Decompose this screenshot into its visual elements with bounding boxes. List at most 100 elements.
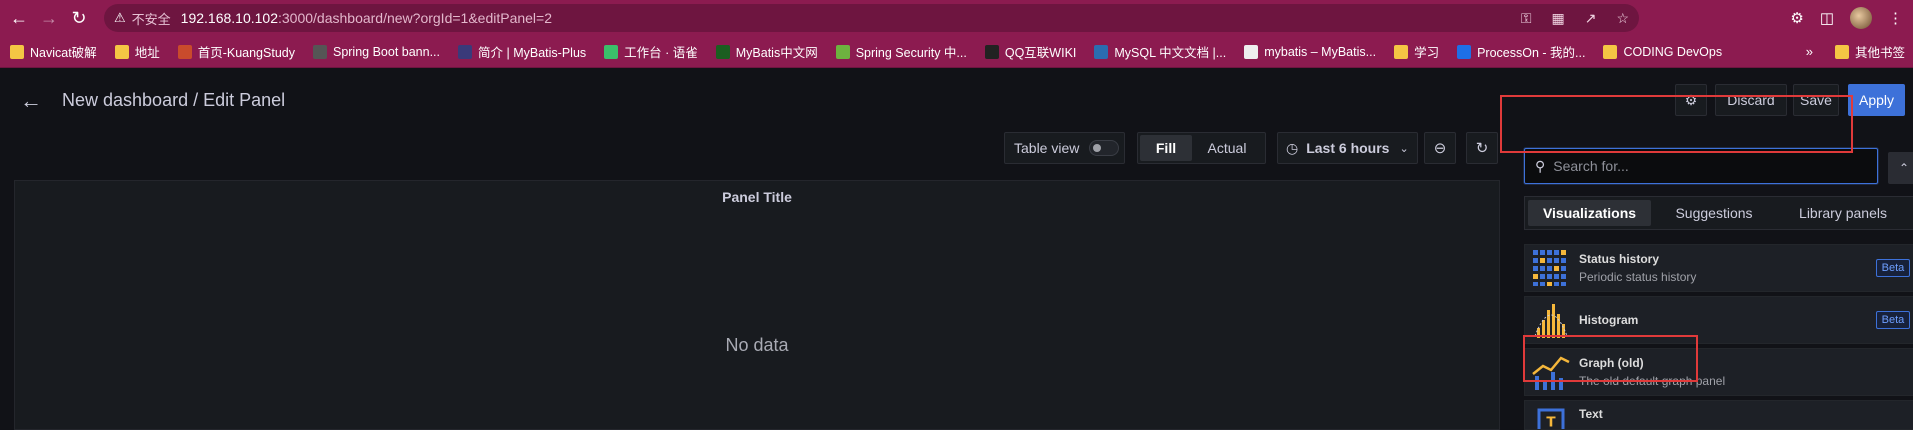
time-range-label: Last 6 hours — [1306, 140, 1389, 156]
chevron-up-icon[interactable]: ⌃ — [1888, 152, 1913, 184]
tab-library-panels[interactable]: Library panels — [1777, 200, 1909, 226]
bookmark-icon — [716, 45, 730, 59]
panel-preview: Panel Title No data — [14, 180, 1500, 430]
bookmark-icon — [1244, 45, 1258, 59]
viz-desc: Periodic status history — [1579, 270, 1876, 284]
back-icon[interactable]: ← — [4, 3, 34, 33]
bookmark-item[interactable]: 简介 | MyBatis-Plus — [458, 42, 586, 61]
extensions-icon[interactable]: ⚙ — [1790, 9, 1803, 27]
bookmark-icon — [115, 45, 129, 59]
search-input[interactable] — [1553, 158, 1853, 174]
folder-icon — [1835, 45, 1849, 59]
bookmark-icon — [10, 45, 24, 59]
grafana-app: ← New dashboard / Edit Panel ⚙ Discard S… — [0, 68, 1913, 420]
bookmark-icon — [1457, 45, 1471, 59]
bookmark-item[interactable]: 工作台 · 语雀 — [604, 42, 698, 61]
star-icon[interactable]: ☆ — [1616, 10, 1629, 27]
chevron-down-icon: ⌄ — [1399, 142, 1408, 155]
bookmark-icon — [178, 45, 192, 59]
time-range-picker[interactable]: ◷ Last 6 hours ⌄ — [1277, 132, 1418, 164]
bookmark-item[interactable]: Spring Boot bann... — [313, 45, 440, 59]
bookmark-item[interactable]: Spring Security 中... — [836, 42, 967, 61]
bookmark-icon — [985, 45, 999, 59]
bookmark-item[interactable]: MyBatis中文网 — [716, 42, 818, 61]
bookmark-item[interactable]: mybatis – MyBatis... — [1244, 45, 1376, 59]
bookmark-item[interactable]: Navicat破解 — [10, 42, 97, 61]
bookmark-label: CODING DevOps — [1623, 45, 1722, 59]
beta-badge: Beta — [1876, 259, 1910, 277]
search-field[interactable]: ⚲ — [1524, 148, 1878, 184]
back-arrow-icon[interactable]: ← — [20, 88, 42, 114]
graph-old-highlight-box — [1523, 335, 1698, 382]
bookmark-item[interactable]: QQ互联WIKI — [985, 42, 1077, 61]
bookmark-icon — [313, 45, 327, 59]
sidepanel-icon[interactable]: ◫ — [1820, 9, 1834, 27]
text-icon: T — [1531, 407, 1571, 430]
url-host: 192.168.10.102 — [181, 10, 278, 26]
no-data-message: No data — [15, 335, 1499, 356]
actual-button[interactable]: Actual — [1192, 135, 1262, 161]
bookmark-label: MyBatis中文网 — [736, 42, 818, 61]
bookmark-icon — [1603, 45, 1617, 59]
reload-icon[interactable]: ↻ — [64, 3, 94, 33]
search-icon: ⚲ — [1535, 158, 1545, 175]
bookmarks-more-icon[interactable]: » — [1806, 44, 1813, 59]
url-path: :3000/dashboard/new?orgId=1&editPanel=2 — [278, 10, 552, 26]
bookmark-label: Spring Boot bann... — [333, 45, 440, 59]
bookmark-label: MySQL 中文文档 |... — [1114, 42, 1226, 61]
clock-icon: ◷ — [1286, 140, 1298, 157]
other-bookmarks-label: 其他书签 — [1855, 42, 1905, 61]
address-bar[interactable]: ⚠ 不安全 192.168.10.102:3000/dashboard/new?… — [104, 4, 1639, 32]
status-history-icon — [1531, 248, 1571, 288]
bookmark-icon — [458, 45, 472, 59]
tab-visualizations[interactable]: Visualizations — [1528, 200, 1651, 226]
table-view-label: Table view — [1014, 140, 1079, 156]
bookmark-item[interactable]: ProcessOn - 我的... — [1457, 42, 1585, 61]
warning-icon: ⚠ — [114, 10, 126, 26]
bookmark-icon — [1394, 45, 1408, 59]
viz-item-status-history[interactable]: Status history Periodic status history B… — [1524, 244, 1913, 292]
bookmark-item[interactable]: 学习 — [1394, 42, 1439, 61]
page-title: New dashboard / Edit Panel — [62, 90, 285, 111]
bookmark-label: 工作台 · 语雀 — [624, 42, 698, 61]
bookmark-label: 首页-KuangStudy — [198, 42, 295, 61]
tab-suggestions[interactable]: Suggestions — [1651, 200, 1777, 226]
apply-button[interactable]: Apply — [1848, 84, 1905, 116]
bookmark-item[interactable]: CODING DevOps — [1603, 45, 1722, 59]
key-icon[interactable]: ⚿ — [1521, 10, 1532, 27]
bookmark-item[interactable]: MySQL 中文文档 |... — [1094, 42, 1226, 61]
avatar[interactable] — [1850, 7, 1872, 29]
insecure-label: 不安全 — [132, 9, 171, 28]
histogram-icon — [1531, 300, 1571, 340]
viz-name: Histogram — [1579, 313, 1876, 327]
refresh-icon[interactable]: ↻ — [1466, 132, 1498, 164]
browser-toolbar: ← → ↻ ⚠ 不安全 192.168.10.102:3000/dashboar… — [0, 0, 1913, 36]
fill-actual-switch: Fill Actual — [1137, 132, 1266, 164]
fill-button[interactable]: Fill — [1140, 135, 1192, 161]
svg-text:T: T — [1546, 415, 1556, 430]
bookmark-label: Navicat破解 — [30, 42, 97, 61]
bookmark-label: 简介 | MyBatis-Plus — [478, 42, 586, 61]
other-bookmarks[interactable]: 其他书签 — [1835, 42, 1905, 61]
table-view-toggle[interactable]: Table view — [1004, 132, 1125, 164]
translate-icon[interactable]: ▦ — [1551, 10, 1564, 27]
bookmark-item[interactable]: 首页-KuangStudy — [178, 42, 295, 61]
panel-title: Panel Title — [15, 189, 1499, 205]
viz-item-text[interactable]: T Text — [1524, 400, 1913, 430]
bookmark-icon — [836, 45, 850, 59]
beta-badge: Beta — [1876, 311, 1910, 329]
bookmark-icon — [1094, 45, 1108, 59]
zoom-out-icon[interactable]: ⊖ — [1424, 132, 1456, 164]
menu-icon[interactable]: ⋮ — [1888, 9, 1903, 27]
bookmark-label: 学习 — [1414, 42, 1439, 61]
bookmark-item[interactable]: 地址 — [115, 42, 160, 61]
forward-icon[interactable]: → — [34, 3, 64, 33]
share-icon[interactable]: ↗ — [1585, 10, 1597, 27]
bookmark-label: Spring Security 中... — [856, 42, 967, 61]
bookmark-label: 地址 — [135, 42, 160, 61]
viz-name: Text — [1579, 407, 1913, 421]
bookmark-label: QQ互联WIKI — [1005, 42, 1077, 61]
bookmark-label: ProcessOn - 我的... — [1477, 42, 1585, 61]
toggle-switch[interactable] — [1089, 140, 1119, 156]
bookmark-icon — [604, 45, 618, 59]
